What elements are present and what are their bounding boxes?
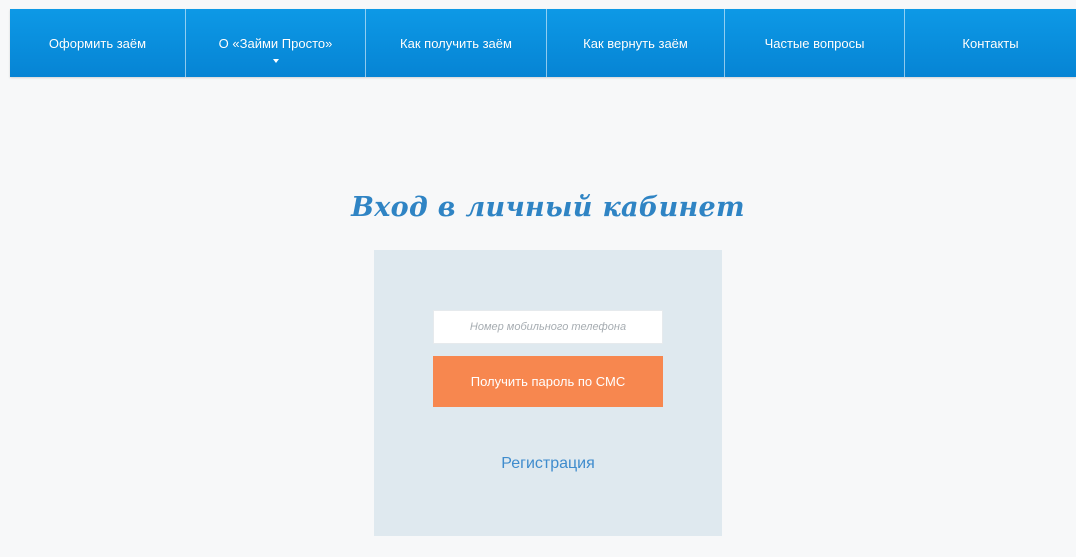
main-navigation: Оформить заём О «Займи Просто» Как получ… bbox=[10, 9, 1076, 77]
nav-item-label: О «Займи Просто» bbox=[218, 35, 333, 51]
nav-item-label: Контакты bbox=[962, 35, 1019, 51]
registration-link[interactable]: Регистрация bbox=[374, 455, 722, 473]
phone-input[interactable] bbox=[433, 310, 663, 344]
get-sms-password-label: Получить пароль по СМС bbox=[470, 374, 626, 389]
nav-item-label: Частые вопросы bbox=[764, 35, 865, 51]
nav-item-how-to-get-loan[interactable]: Как получить заём bbox=[366, 9, 547, 77]
nav-item-contacts[interactable]: Контакты bbox=[905, 9, 1076, 77]
nav-item-label: Как вернуть заём bbox=[583, 35, 688, 51]
nav-item-apply-loan[interactable]: Оформить заём bbox=[10, 9, 186, 77]
get-sms-password-button[interactable]: Получить пароль по СМС bbox=[433, 356, 663, 407]
nav-item-about[interactable]: О «Займи Просто» bbox=[186, 9, 366, 77]
nav-item-label: Оформить заём bbox=[48, 35, 147, 51]
login-panel: Получить пароль по СМС Регистрация bbox=[374, 250, 722, 536]
page: Оформить заём О «Займи Просто» Как получ… bbox=[0, 0, 1076, 557]
nav-item-label: Как получить заём bbox=[400, 35, 512, 51]
nav-item-how-to-repay-loan[interactable]: Как вернуть заём bbox=[547, 9, 725, 77]
page-title: Вход в личный кабинет bbox=[351, 192, 745, 223]
chevron-down-icon bbox=[272, 59, 279, 63]
nav-item-faq[interactable]: Частые вопросы bbox=[725, 9, 905, 77]
